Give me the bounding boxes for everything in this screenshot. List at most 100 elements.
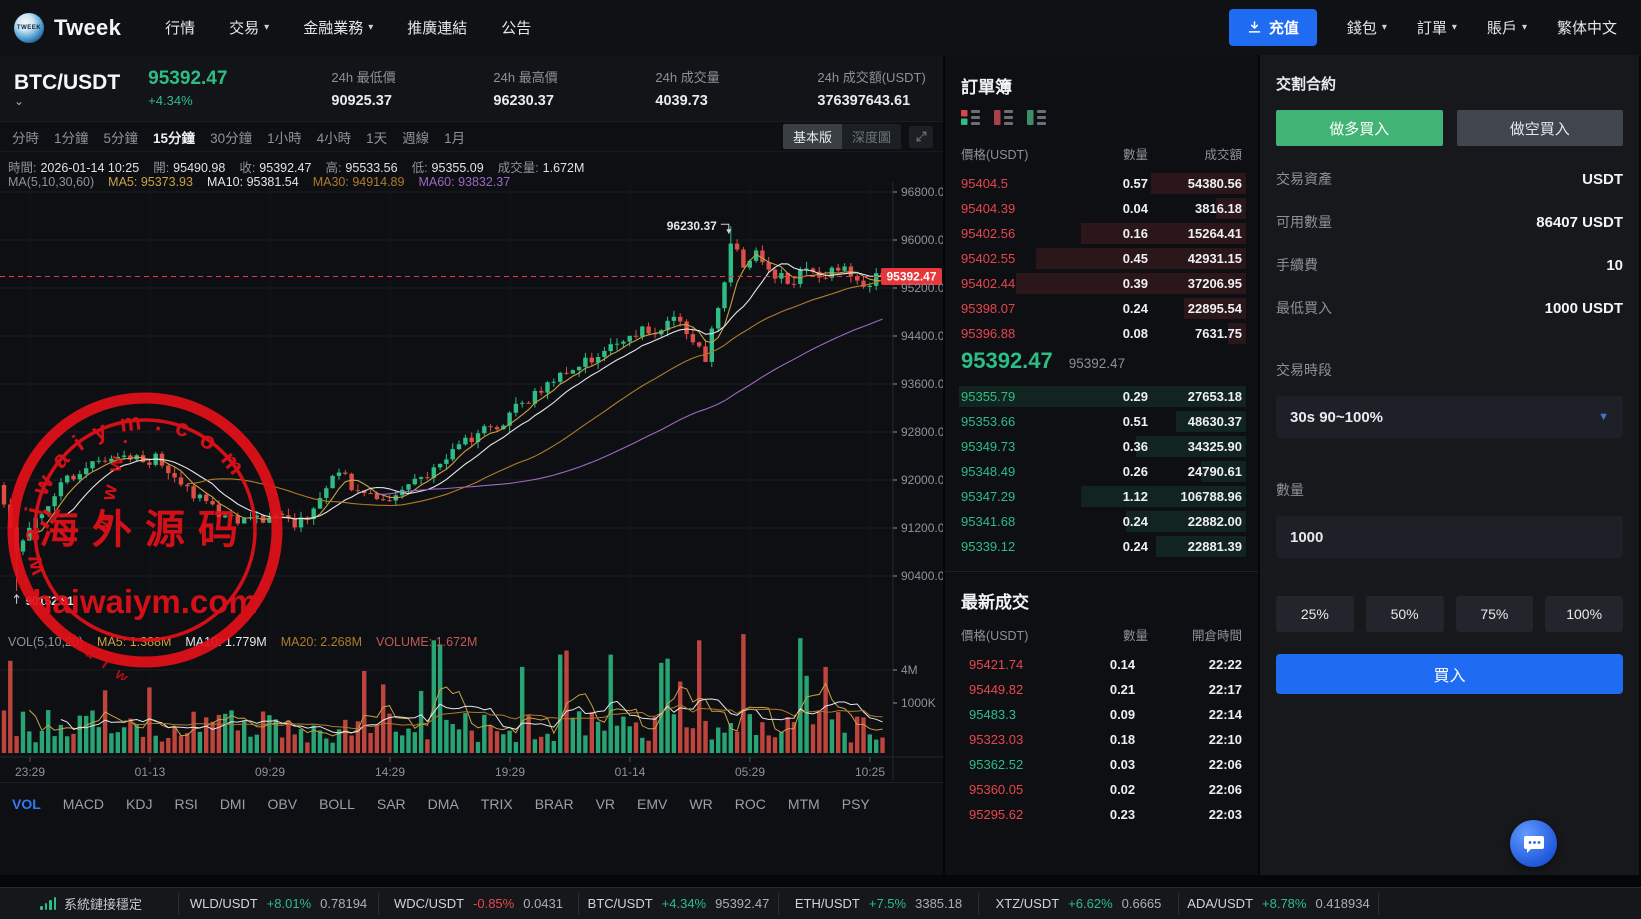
ticker-xtz[interactable]: XTZ/USDT+6.62%0.6665 xyxy=(978,893,1178,915)
bid-row[interactable]: 95348.490.2624790.61 xyxy=(961,459,1242,484)
percent-button-25[interactable]: 25% xyxy=(1276,596,1354,632)
bid-row[interactable]: 95341.680.2422882.00 xyxy=(961,509,1242,534)
timeframe-5分鐘[interactable]: 5分鐘 xyxy=(104,127,139,147)
order-price: 95404.39 xyxy=(961,201,1073,216)
mid-price-row[interactable]: 95392.47 95392.47 xyxy=(961,348,1242,382)
ticker-price: 3385.18 xyxy=(915,896,962,911)
indicator-tab-mtm[interactable]: MTM xyxy=(788,796,820,812)
indicator-tab-emv[interactable]: EMV xyxy=(637,796,667,812)
order-qty: 1.12 xyxy=(1073,489,1148,504)
bid-row[interactable]: 95339.120.2422881.39 xyxy=(961,534,1242,559)
buy-button[interactable]: 買入 xyxy=(1276,654,1623,694)
nav-item-1[interactable]: 行情 xyxy=(165,17,195,38)
order-price: 95402.44 xyxy=(961,276,1073,291)
account-menu-item-2[interactable]: 訂單▾ xyxy=(1417,17,1457,38)
timeframe-30分鐘[interactable]: 30分鐘 xyxy=(210,127,252,147)
bid-row[interactable]: 95347.291.12106788.96 xyxy=(961,484,1242,509)
indicator-tab-obv[interactable]: OBV xyxy=(267,796,297,812)
ask-row[interactable]: 95398.070.2422895.54 xyxy=(961,296,1242,321)
indicator-tab-sar[interactable]: SAR xyxy=(377,796,406,812)
brand-logo[interactable]: TWEEK Tweek xyxy=(14,13,121,43)
language-selector[interactable]: 繁体中文 xyxy=(1557,17,1617,38)
ticker-eth[interactable]: ETH/USDT+7.5%3385.18 xyxy=(778,893,978,915)
ticker-spacer xyxy=(1378,893,1641,915)
deposit-button[interactable]: 充值 xyxy=(1229,9,1317,46)
book-view-bids-icon[interactable] xyxy=(1027,110,1046,130)
percent-button-75[interactable]: 75% xyxy=(1456,596,1534,632)
trade-qty: 0.21 xyxy=(1073,682,1172,697)
indicator-tab-boll[interactable]: BOLL xyxy=(319,796,355,812)
ticker-pair: XTZ/USDT xyxy=(996,896,1060,911)
timeframe-分時[interactable]: 分時 xyxy=(12,127,39,147)
indicator-tab-trix[interactable]: TRIX xyxy=(481,796,513,812)
candlestick-chart[interactable]: 95392.4796800.0096000.0095200.0094400.00… xyxy=(0,152,943,782)
svg-text:10:25: 10:25 xyxy=(855,765,885,779)
account-menu-item-1[interactable]: 錢包▾ xyxy=(1347,17,1387,38)
order-total: 34325.90 xyxy=(1148,439,1242,454)
trade-price: 95323.03 xyxy=(961,732,1073,747)
buy-long-button[interactable]: 做多買入 xyxy=(1276,110,1443,146)
indicator-tab-vr[interactable]: VR xyxy=(596,796,615,812)
percent-button-100[interactable]: 100% xyxy=(1545,596,1623,632)
nav-item-label: 錢包 xyxy=(1347,17,1377,38)
bid-row[interactable]: 95353.660.5148630.37 xyxy=(961,409,1242,434)
ticker-btc[interactable]: BTC/USDT+4.34%95392.47 xyxy=(578,893,778,915)
expand-arrows-icon xyxy=(915,130,928,143)
book-view-both-icon[interactable] xyxy=(961,110,980,130)
fullscreen-button[interactable] xyxy=(909,126,933,148)
timeframe-1天[interactable]: 1天 xyxy=(366,127,387,147)
indicator-tab-roc[interactable]: ROC xyxy=(735,796,766,812)
ask-row[interactable]: 95404.390.043816.18 xyxy=(961,196,1242,221)
period-select[interactable]: 30s 90~100% ▼ xyxy=(1276,396,1623,438)
ask-row[interactable]: 95402.550.4542931.15 xyxy=(961,246,1242,271)
timeframe-1小時[interactable]: 1小時 xyxy=(267,127,302,147)
timeframe-4小時[interactable]: 4小時 xyxy=(317,127,352,147)
bid-row[interactable]: 95355.790.2927653.18 xyxy=(961,384,1242,409)
amount-input[interactable] xyxy=(1276,516,1623,558)
indicator-tab-rsi[interactable]: RSI xyxy=(174,796,197,812)
svg-text:01-14: 01-14 xyxy=(615,765,646,779)
nav-item-4[interactable]: 推廣連結 xyxy=(407,17,467,38)
nav-item-2[interactable]: 交易▾ xyxy=(229,17,269,38)
ask-row[interactable]: 95402.560.1615264.41 xyxy=(961,221,1242,246)
pair-selector[interactable]: BTC/USDT ⌄ xyxy=(14,71,120,105)
order-total: 24790.61 xyxy=(1148,464,1242,479)
order-price: 95347.29 xyxy=(961,489,1073,504)
indicator-tab-vol[interactable]: VOL xyxy=(12,796,41,812)
order-qty: 0.16 xyxy=(1073,226,1148,241)
indicator-tab-wr[interactable]: WR xyxy=(689,796,712,812)
order-qty: 0.08 xyxy=(1073,326,1148,341)
buy-short-button[interactable]: 做空買入 xyxy=(1457,110,1624,146)
timeframe-1分鐘[interactable]: 1分鐘 xyxy=(54,127,89,147)
col-price: 價格(USDT) xyxy=(961,144,1073,163)
nav-item-3[interactable]: 金融業務▾ xyxy=(303,17,373,38)
timeframe-1月[interactable]: 1月 xyxy=(444,127,465,147)
indicator-tab-dmi[interactable]: DMI xyxy=(220,796,246,812)
ticker-wdc[interactable]: WDC/USDT-0.85%0.0431 xyxy=(378,893,578,915)
chevron-down-icon: ▾ xyxy=(1452,22,1457,33)
timeframe-15分鐘[interactable]: 15分鐘 xyxy=(153,127,195,147)
timeframe-週線[interactable]: 週線 xyxy=(402,127,429,147)
nav-item-5[interactable]: 公告 xyxy=(501,17,531,38)
col-qty: 數量 xyxy=(1073,144,1148,163)
svg-text:96000.00: 96000.00 xyxy=(901,233,943,247)
indicator-tab-kdj[interactable]: KDJ xyxy=(126,796,152,812)
indicator-tab-dma[interactable]: DMA xyxy=(428,796,459,812)
ask-row[interactable]: 95402.440.3937206.95 xyxy=(961,271,1242,296)
svg-text:96800.00: 96800.00 xyxy=(901,185,943,199)
bid-row[interactable]: 95349.730.3634325.90 xyxy=(961,434,1242,459)
percent-button-50[interactable]: 50% xyxy=(1366,596,1444,632)
indicator-tab-macd[interactable]: MACD xyxy=(63,796,104,812)
book-view-asks-icon[interactable] xyxy=(994,110,1013,130)
view-tab-深度圖[interactable]: 深度圖 xyxy=(842,124,901,149)
svg-text:92800.00: 92800.00 xyxy=(901,425,943,439)
ask-row[interactable]: 95396.880.087631.75 xyxy=(961,321,1242,346)
ticker-ada[interactable]: ADA/USDT+8.78%0.418934 xyxy=(1178,893,1378,915)
ask-row[interactable]: 95404.50.5754380.56 xyxy=(961,171,1242,196)
ticker-wld[interactable]: WLD/USDT+8.01%0.78194 xyxy=(178,893,378,915)
indicator-tab-psy[interactable]: PSY xyxy=(842,796,870,812)
indicator-tab-brar[interactable]: BRAR xyxy=(535,796,574,812)
chat-button[interactable] xyxy=(1510,820,1557,867)
view-tab-基本版[interactable]: 基本版 xyxy=(783,124,842,149)
account-menu-item-3[interactable]: 賬戶▾ xyxy=(1487,17,1527,38)
